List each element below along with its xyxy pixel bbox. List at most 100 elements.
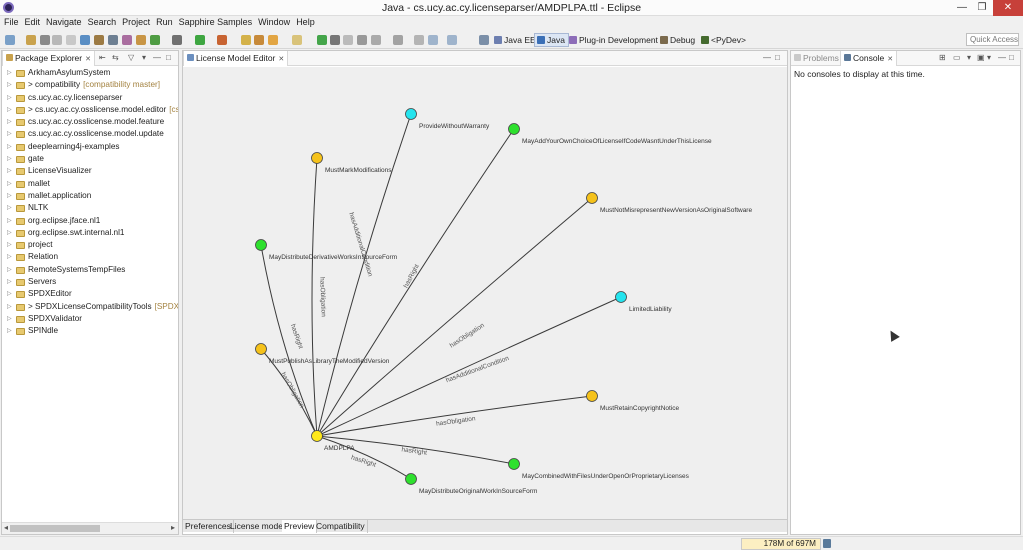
maximize-view-icon[interactable]: □ (1009, 53, 1014, 62)
perspective-java-ee[interactable]: Java EE (492, 33, 539, 47)
search-icon[interactable] (292, 35, 302, 45)
garbage-collect-icon[interactable] (823, 539, 831, 548)
expand-arrow-icon[interactable]: ▷ (7, 104, 12, 116)
tree-item[interactable]: ▷ Relation (2, 251, 178, 263)
expand-arrow-icon[interactable]: ▷ (7, 215, 12, 227)
close-tab-icon[interactable]: ✕ (887, 56, 893, 63)
open-type-icon[interactable] (268, 35, 278, 45)
quick-access-input[interactable]: Quick Access (966, 33, 1019, 46)
refresh-icon[interactable] (150, 35, 160, 45)
graph-node-right[interactable] (255, 239, 267, 251)
open-console-icon[interactable]: ⊞ (939, 53, 946, 62)
expand-arrow-icon[interactable]: ▷ (7, 239, 12, 251)
open-perspective-icon[interactable] (479, 35, 489, 45)
tree-item[interactable]: ▷ mallet.application (2, 190, 178, 202)
terminate-icon[interactable] (343, 35, 353, 45)
expand-arrow-icon[interactable]: ▷ (7, 190, 12, 202)
scroll-left-icon[interactable]: ◂ (4, 523, 8, 532)
tree-item[interactable]: ▷ cs.ucy.ac.cy.licenseparser (2, 92, 178, 104)
suspend-icon[interactable] (330, 35, 340, 45)
expand-arrow-icon[interactable]: ▷ (7, 313, 12, 325)
tree-item[interactable]: ▷ > cs.ucy.ac.cy.osslicense.model.editor[… (2, 104, 178, 116)
next-annotation-icon[interactable] (393, 35, 403, 45)
perspective-debug[interactable]: Debug (658, 33, 698, 47)
perspective-plugin-development[interactable]: Plug-in Development (567, 33, 661, 47)
tree-item[interactable]: ▷ project (2, 239, 178, 251)
view-menu-icon[interactable]: ▾ (142, 53, 146, 62)
tree-item[interactable]: ▷ cs.ucy.ac.cy.osslicense.model.update (2, 128, 178, 140)
expand-arrow-icon[interactable]: ▷ (7, 128, 12, 140)
graph-node-center[interactable] (311, 430, 323, 442)
tree-item[interactable]: ▷ org.eclipse.swt.internal.nl1 (2, 227, 178, 239)
tree-item[interactable]: ▷ cs.ucy.ac.cy.osslicense.model.feature (2, 116, 178, 128)
tab-problems[interactable]: Problems (791, 51, 842, 66)
tree-item[interactable]: ▷ gate (2, 153, 178, 165)
tree-item[interactable]: ▷ SPDXEditor (2, 288, 178, 300)
expand-arrow-icon[interactable]: ▷ (7, 67, 12, 79)
maximize-view-icon[interactable]: □ (166, 53, 171, 62)
expand-arrow-icon[interactable]: ▷ (7, 227, 12, 239)
collapse-all-icon[interactable]: ⇤ (99, 53, 106, 62)
minimize-view-icon[interactable]: — (153, 53, 161, 62)
horizontal-scrollbar[interactable]: ◂ ▸ (2, 522, 178, 534)
step-into-icon[interactable] (357, 35, 367, 45)
perspective-pydev[interactable]: <PyDev> (699, 33, 749, 47)
back-icon[interactable] (428, 35, 438, 45)
menu-search[interactable]: Search (85, 16, 120, 29)
expand-arrow-icon[interactable]: ▷ (7, 116, 12, 128)
graph-node-obligation[interactable] (255, 343, 267, 355)
minimize-view-icon[interactable]: — (763, 53, 771, 62)
page-tab-license-model[interactable]: License model (228, 520, 288, 533)
display-console-icon[interactable]: ▭ (953, 53, 961, 62)
expand-arrow-icon[interactable]: ▷ (7, 79, 12, 91)
tree-item[interactable]: ▷ SPDXValidator (2, 313, 178, 325)
heap-status[interactable]: 178M of 697M (741, 538, 821, 550)
tree-item[interactable]: ▷ deeplearning4j-examples (2, 141, 178, 153)
external-tools-icon[interactable] (172, 35, 182, 45)
filter-icon[interactable]: ▽ (128, 53, 134, 62)
tab-package-explorer[interactable]: Package Explorer ✕ (2, 51, 95, 66)
terminal-icon[interactable] (108, 35, 118, 45)
expand-arrow-icon[interactable]: ▷ (7, 178, 12, 190)
minimize-button[interactable]: — (952, 0, 972, 16)
scroll-right-icon[interactable]: ▸ (171, 523, 175, 532)
page-tab-compatibility[interactable]: Compatibility (314, 520, 368, 533)
graph-node-right[interactable] (508, 123, 520, 135)
expand-arrow-icon[interactable]: ▷ (7, 301, 12, 313)
expand-arrow-icon[interactable]: ▷ (7, 276, 12, 288)
graph-node-obligation[interactable] (586, 390, 598, 402)
expand-arrow-icon[interactable]: ▷ (7, 251, 12, 263)
menu-file[interactable]: File (1, 16, 22, 29)
menu-navigate[interactable]: Navigate (43, 16, 85, 29)
graph-node-condition[interactable] (615, 291, 627, 303)
close-button[interactable]: ✕ (993, 0, 1023, 16)
maximize-view-icon[interactable]: □ (775, 53, 780, 62)
close-tab-icon[interactable]: ✕ (85, 56, 91, 63)
resume-icon[interactable] (317, 35, 327, 45)
view-menu-icon[interactable]: ▾ (967, 53, 971, 62)
menu-sapphire-samples[interactable]: Sapphire Samples (176, 16, 256, 29)
save-all-icon[interactable] (52, 35, 62, 45)
expand-arrow-icon[interactable]: ▷ (7, 325, 12, 337)
save-icon[interactable] (40, 35, 50, 45)
license-graph-canvas[interactable]: hasObligation hasObligation hasRight hasAdd… (183, 67, 787, 519)
tree-item[interactable]: ▷ org.eclipse.jface.nl1 (2, 215, 178, 227)
expand-arrow-icon[interactable]: ▷ (7, 165, 12, 177)
menu-run[interactable]: Run (153, 16, 176, 29)
menu-help[interactable]: Help (293, 16, 318, 29)
tree-item[interactable]: ▷ > SPDXLicenseCompatibilityTools[SPDXLi (2, 301, 178, 313)
print-icon[interactable] (66, 35, 76, 45)
expand-arrow-icon[interactable]: ▷ (7, 153, 12, 165)
expand-arrow-icon[interactable]: ▷ (7, 141, 12, 153)
tree-item[interactable]: ▷ mallet (2, 178, 178, 190)
wrench-icon[interactable] (94, 35, 104, 45)
expand-arrow-icon[interactable]: ▷ (7, 288, 12, 300)
minimize-view-icon[interactable]: — (998, 53, 1006, 62)
graph-node-condition[interactable] (405, 108, 417, 120)
graph-node-right[interactable] (508, 458, 520, 470)
menu-project[interactable]: Project (119, 16, 153, 29)
tree-item[interactable]: ▷ > compatibility [compatibility master] (2, 79, 178, 91)
graph-node-obligation[interactable] (311, 152, 323, 164)
debug-icon[interactable] (217, 35, 227, 45)
new-java-class-icon[interactable] (254, 35, 264, 45)
